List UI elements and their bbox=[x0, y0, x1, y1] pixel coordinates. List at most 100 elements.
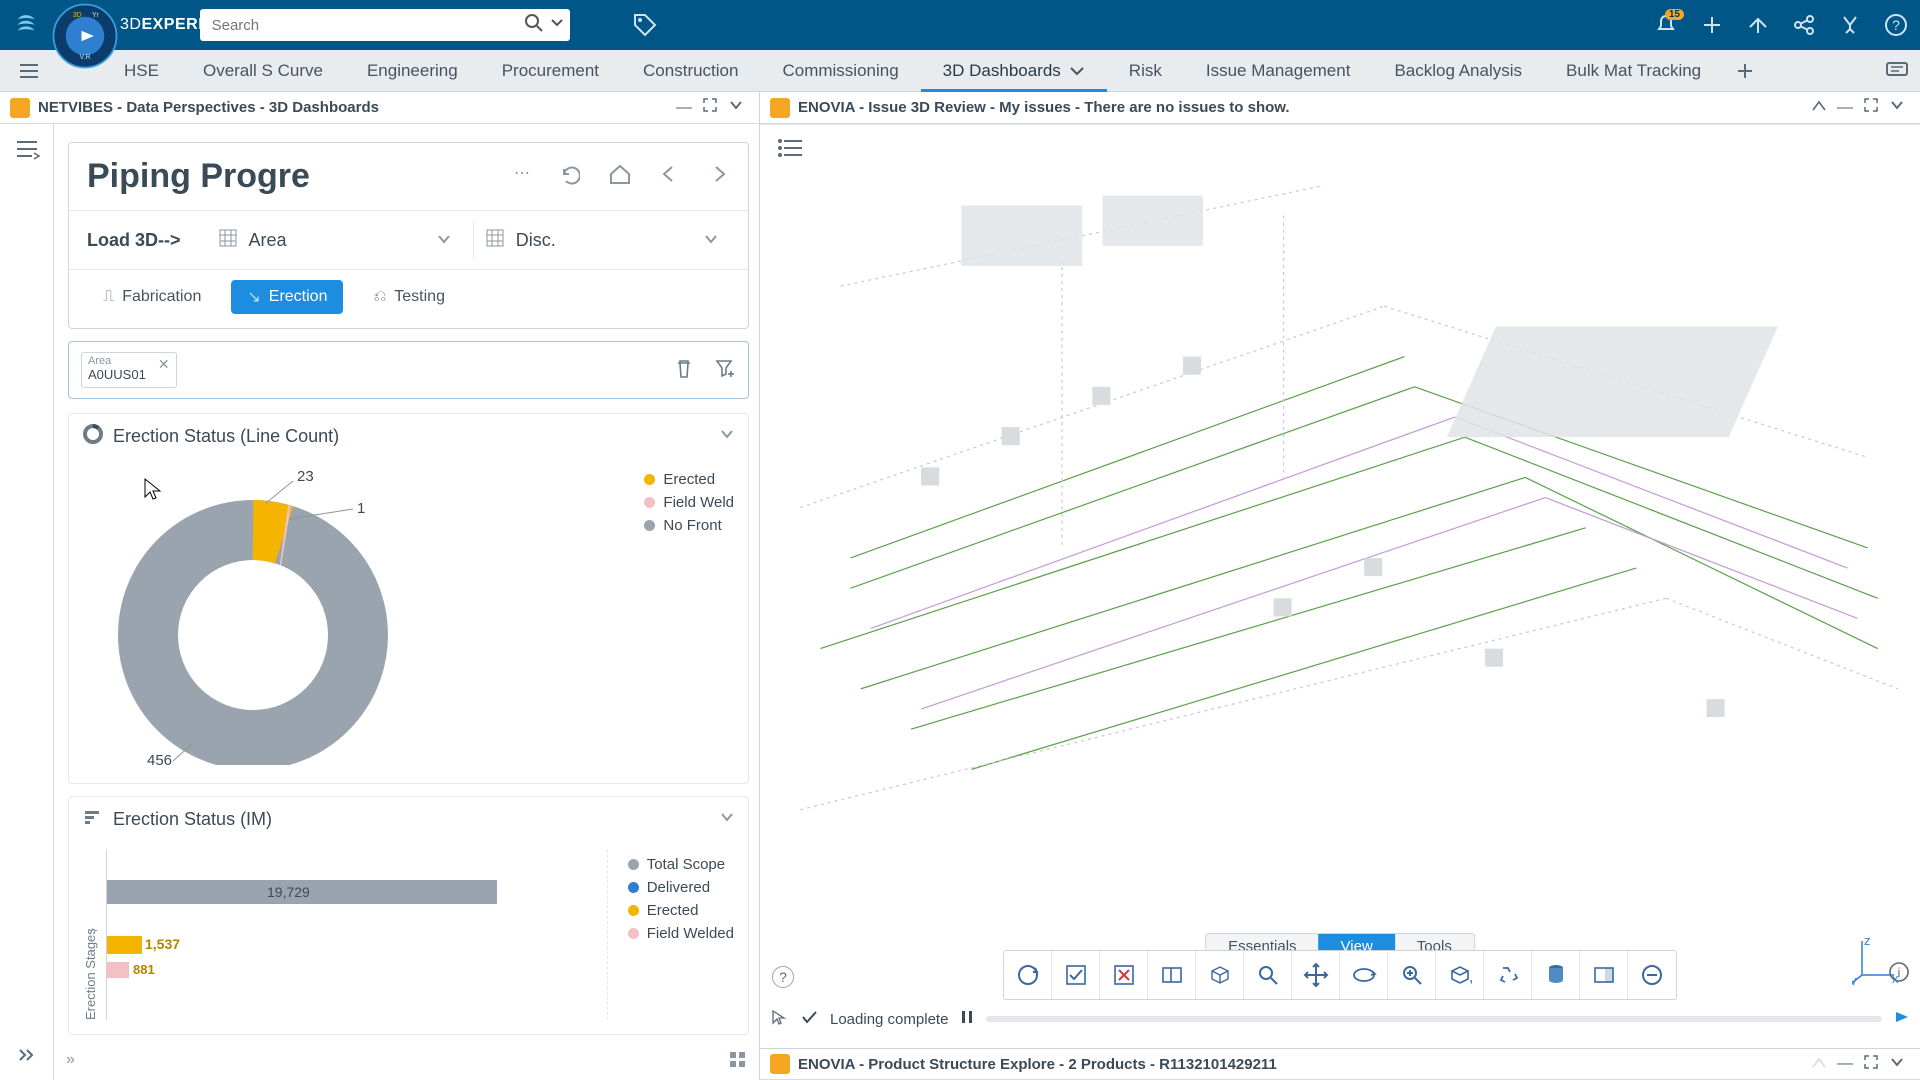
tool-rotate-icon[interactable] bbox=[1340, 951, 1388, 999]
home-icon[interactable] bbox=[608, 163, 630, 190]
left-panel-title: NETVIBES - Data Perspectives - 3D Dashbo… bbox=[38, 99, 671, 116]
trash-icon[interactable] bbox=[674, 357, 694, 384]
tool-layout-icon[interactable] bbox=[1148, 951, 1196, 999]
segment-erection[interactable]: ↘Erection bbox=[231, 280, 343, 314]
chevron-down-icon[interactable] bbox=[723, 98, 749, 117]
viewer-tool-dock: ▾ ▾ bbox=[1003, 950, 1677, 1000]
fullscreen-icon[interactable] bbox=[1858, 97, 1884, 118]
tool-grid3d-icon[interactable] bbox=[1196, 951, 1244, 999]
tab-backlog-analysis[interactable]: Backlog Analysis bbox=[1372, 50, 1544, 91]
chevron-down-icon[interactable] bbox=[1884, 1055, 1910, 1074]
svg-text:3D: 3D bbox=[73, 12, 82, 19]
undo-icon[interactable] bbox=[558, 163, 580, 190]
chip-remove-icon[interactable]: ✕ bbox=[158, 356, 170, 373]
chart-title: Erection Status (IM) bbox=[113, 809, 272, 830]
svg-text:Yr: Yr bbox=[92, 12, 100, 19]
tool-check-icon[interactable] bbox=[1052, 951, 1100, 999]
tool-cube-icon[interactable]: ▾ bbox=[1436, 951, 1484, 999]
tab-procurement[interactable]: Procurement bbox=[480, 50, 621, 91]
area-select[interactable]: Area bbox=[207, 221, 463, 259]
search-icon[interactable] bbox=[524, 13, 544, 33]
add-tab-button[interactable] bbox=[1729, 50, 1761, 91]
minimize-icon[interactable]: — bbox=[671, 99, 697, 117]
tab-overall-s-curve[interactable]: Overall S Curve bbox=[181, 50, 345, 91]
network-share-icon[interactable] bbox=[1792, 13, 1816, 37]
status-check-icon bbox=[800, 1008, 818, 1030]
tool-split-icon[interactable] bbox=[1580, 951, 1628, 999]
viewer-help-icon[interactable]: ? bbox=[772, 966, 794, 988]
tool-fit-icon[interactable] bbox=[1388, 951, 1436, 999]
play-tail-icon[interactable] bbox=[1894, 1010, 1910, 1028]
minimize-icon[interactable]: — bbox=[1832, 99, 1858, 117]
grid-toggle-icon[interactable] bbox=[729, 1051, 747, 1074]
disc-select[interactable]: Disc. bbox=[473, 221, 730, 259]
share-icon[interactable] bbox=[1746, 13, 1770, 37]
tab-issue-management[interactable]: Issue Management bbox=[1184, 50, 1373, 91]
svg-text:x: x bbox=[1892, 971, 1899, 985]
segment-testing[interactable]: ⎌Testing bbox=[357, 280, 461, 314]
collapse-icon[interactable] bbox=[720, 810, 734, 829]
notifications-count: 15 bbox=[1665, 9, 1684, 20]
expand-bottom-icon[interactable]: » bbox=[66, 1051, 75, 1074]
tag-icon[interactable] bbox=[632, 12, 658, 38]
tool-cylinder-icon[interactable] bbox=[1532, 951, 1580, 999]
search-input[interactable] bbox=[200, 9, 570, 41]
expand-rail-icon[interactable] bbox=[17, 1047, 37, 1066]
tree-list-icon[interactable] bbox=[778, 137, 804, 164]
help-icon[interactable]: ? bbox=[1884, 13, 1908, 37]
dashboard-hero-card: Piping Progre ⋯ Load 3D--> bbox=[68, 142, 749, 329]
svg-text:y: y bbox=[1852, 973, 1857, 985]
top-app-bar: V.R 3D Yr 3DEXPERIENCE 15 ? bbox=[0, 0, 1920, 50]
load-3d-label: Load 3D--> bbox=[87, 230, 181, 251]
pause-icon[interactable] bbox=[960, 1009, 974, 1029]
forward-icon[interactable] bbox=[708, 163, 730, 190]
add-icon[interactable] bbox=[1700, 13, 1724, 37]
tab-construction[interactable]: Construction bbox=[621, 50, 760, 91]
compass-button[interactable]: V.R 3D Yr bbox=[50, 1, 120, 71]
tool-minus-icon[interactable] bbox=[1628, 951, 1676, 999]
filter-chip-area[interactable]: Area A0UUS01 ✕ bbox=[81, 352, 177, 388]
tool-refresh-icon[interactable]: ▾ bbox=[1004, 951, 1052, 999]
minimize-icon[interactable]: — bbox=[1832, 1055, 1858, 1073]
tab-risk[interactable]: Risk bbox=[1107, 50, 1184, 91]
segment-fabrication[interactable]: ⎍Fabrication bbox=[87, 280, 217, 314]
back-icon[interactable] bbox=[658, 163, 680, 190]
dashboard-title: Piping Progre bbox=[87, 157, 514, 196]
fullscreen-icon[interactable] bbox=[1858, 1054, 1884, 1075]
svg-text:▾: ▾ bbox=[1470, 977, 1472, 987]
list-panel-icon[interactable] bbox=[14, 138, 40, 160]
notifications-icon[interactable]: 15 bbox=[1654, 13, 1678, 37]
popout-icon[interactable] bbox=[1806, 1055, 1832, 1074]
slice-label-fieldweld: 1 bbox=[357, 500, 365, 517]
chevron-down-icon bbox=[1069, 63, 1085, 79]
3d-viewer[interactable]: Essentials View Tools ▾ ▾ ? bbox=[760, 124, 1920, 1048]
erection-status-im-card: Erection Status (IM) Erection Stages 19,… bbox=[68, 796, 749, 1035]
tab-bulk-mat-tracking[interactable]: Bulk Mat Tracking bbox=[1544, 50, 1723, 91]
search-dropdown-icon[interactable] bbox=[550, 13, 564, 33]
popout-icon[interactable] bbox=[1806, 98, 1832, 117]
tab-engineering[interactable]: Engineering bbox=[345, 50, 480, 91]
axis-gizmo[interactable]: zxy bbox=[1852, 935, 1902, 988]
tool-pan-icon[interactable] bbox=[1292, 951, 1340, 999]
tool-zoom-icon[interactable] bbox=[1244, 951, 1292, 999]
tab-3d-dashboards[interactable]: 3D Dashboards bbox=[921, 50, 1107, 91]
tool-cancel-icon[interactable] bbox=[1100, 951, 1148, 999]
chevron-down-icon[interactable] bbox=[1884, 98, 1910, 117]
more-icon[interactable]: ⋯ bbox=[514, 163, 530, 190]
footer-panel-header: ENOVIA - Product Structure Explore - 2 P… bbox=[760, 1048, 1920, 1080]
chat-icon[interactable] bbox=[1886, 62, 1908, 80]
person-icon[interactable] bbox=[1838, 13, 1862, 37]
progress-bar bbox=[986, 1016, 1882, 1022]
3d-model-render bbox=[760, 125, 1920, 1001]
selection-icon[interactable] bbox=[770, 1008, 788, 1030]
tool-recycle-icon[interactable] bbox=[1484, 951, 1532, 999]
tab-commissioning[interactable]: Commissioning bbox=[760, 50, 920, 91]
hamburger-icon[interactable] bbox=[18, 50, 42, 91]
right-panel-title: ENOVIA - Issue 3D Review - My issues - T… bbox=[798, 99, 1806, 116]
chart-title: Erection Status (Line Count) bbox=[113, 426, 339, 447]
fullscreen-icon[interactable] bbox=[697, 97, 723, 118]
collapse-icon[interactable] bbox=[720, 427, 734, 446]
add-filter-icon[interactable] bbox=[714, 357, 736, 384]
bar-legend: Total Scope Delivered Erected Field Weld… bbox=[628, 856, 734, 1020]
donut-legend: Erected Field Weld No Front bbox=[644, 471, 734, 765]
